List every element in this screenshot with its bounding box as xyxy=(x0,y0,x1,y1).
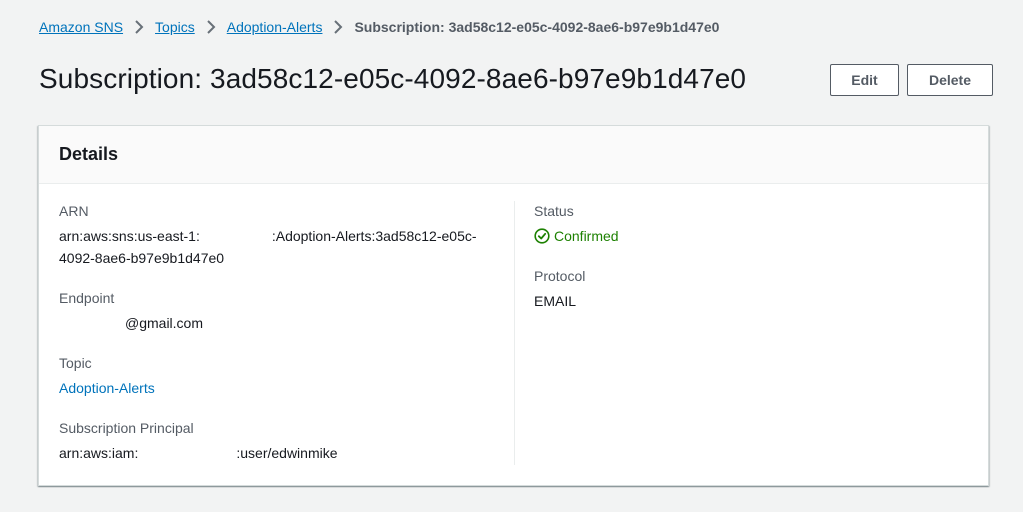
details-left-column: ARN arn:aws:sns:us-east-1::Adoption-Aler… xyxy=(59,202,489,484)
topic-field: Topic Adoption-Alerts xyxy=(59,354,489,399)
chevron-right-icon xyxy=(123,17,155,37)
status-label: Status xyxy=(534,203,574,219)
arn-field: ARN arn:aws:sns:us-east-1::Adoption-Aler… xyxy=(59,202,489,269)
principal-value: arn:aws:iam: :user/edwinmike xyxy=(59,442,489,464)
status-indicator: Confirmed xyxy=(534,225,954,247)
edit-button[interactable]: Edit xyxy=(830,64,899,96)
redacted-email-user xyxy=(59,317,125,332)
status-value: Confirmed xyxy=(554,228,619,244)
topic-link[interactable]: Adoption-Alerts xyxy=(59,380,155,396)
details-panel: Details ARN arn:aws:sns:us-east-1::Adopt… xyxy=(38,125,989,486)
endpoint-field: Endpoint @gmail.com xyxy=(59,289,489,334)
endpoint-label: Endpoint xyxy=(59,290,115,306)
principal-value-prefix: arn:aws:iam: xyxy=(59,445,139,461)
chevron-right-icon xyxy=(322,17,354,37)
page-title: Subscription: 3ad58c12-e05c-4092-8ae6-b9… xyxy=(39,63,747,94)
details-title: Details xyxy=(59,144,119,164)
chevron-right-icon xyxy=(195,17,227,37)
details-panel-header: Details xyxy=(39,126,988,184)
details-right-column: Status Confirmed Protocol EMAIL xyxy=(534,202,954,332)
check-circle-icon xyxy=(534,228,550,244)
principal-value-suffix: :user/edwinmike xyxy=(236,445,338,461)
status-field: Status Confirmed xyxy=(534,202,954,247)
breadcrumb-link-adoption-alerts[interactable]: Adoption-Alerts xyxy=(227,19,323,35)
delete-button[interactable]: Delete xyxy=(907,64,993,96)
protocol-value: EMAIL xyxy=(534,293,577,309)
column-divider xyxy=(514,201,515,465)
breadcrumb-current: Subscription: 3ad58c12-e05c-4092-8ae6-b9… xyxy=(354,19,720,35)
endpoint-value-suffix: @gmail.com xyxy=(125,315,204,331)
redacted-account-id xyxy=(199,230,272,245)
principal-label: Subscription Principal xyxy=(59,420,194,436)
protocol-label: Protocol xyxy=(534,268,586,284)
principal-field: Subscription Principal arn:aws:iam: :user… xyxy=(59,419,489,464)
breadcrumb-link-amazon-sns[interactable]: Amazon SNS xyxy=(39,19,123,35)
redacted-account-id xyxy=(138,447,237,462)
endpoint-value: @gmail.com xyxy=(59,312,489,334)
breadcrumb-link-topics[interactable]: Topics xyxy=(155,19,195,35)
breadcrumb: Amazon SNS Topics Adoption-Alerts Subscr… xyxy=(39,17,719,37)
arn-value: arn:aws:sns:us-east-1::Adoption-Alerts:3… xyxy=(59,225,489,269)
arn-label: ARN xyxy=(59,203,89,219)
topic-label: Topic xyxy=(59,355,92,371)
protocol-field: Protocol EMAIL xyxy=(534,267,954,312)
arn-value-prefix: arn:aws:sns:us-east-1: xyxy=(59,228,200,244)
